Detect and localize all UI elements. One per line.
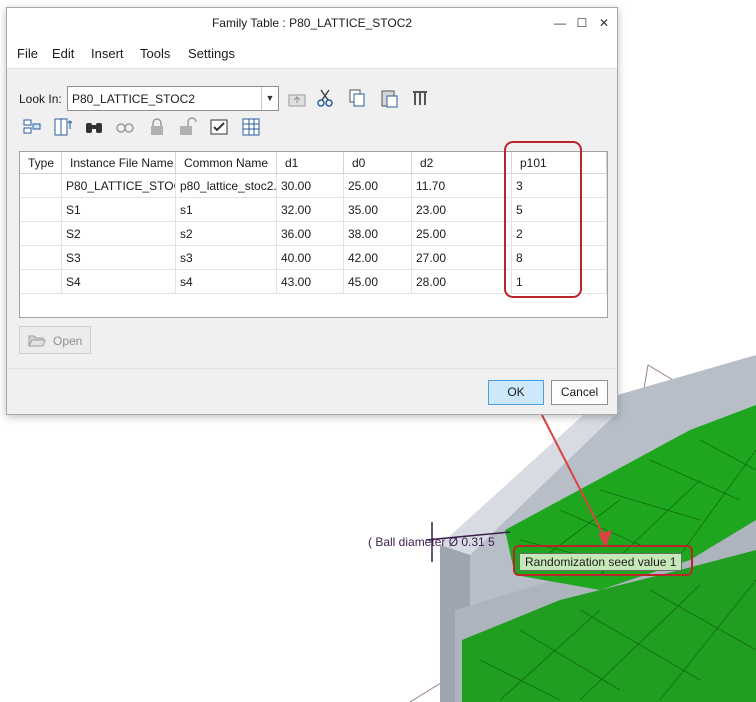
- table-cell[interactable]: P80_LATTICE_STOC2: [62, 174, 176, 198]
- pattern-icon[interactable]: [411, 88, 431, 108]
- maximize-button[interactable]: ☐: [571, 8, 593, 38]
- column-header-d2[interactable]: d2: [412, 152, 512, 174]
- look-in-label: Look In:: [19, 92, 62, 106]
- table-cell[interactable]: [20, 270, 62, 294]
- table-cell[interactable]: S3: [62, 246, 176, 270]
- look-in-value: P80_LATTICE_STOC2: [72, 92, 195, 106]
- table-cell[interactable]: 28.00: [412, 270, 512, 294]
- table-cell[interactable]: s3: [176, 246, 277, 270]
- footer-divider: [7, 368, 617, 369]
- column-header-type[interactable]: Type: [20, 152, 62, 174]
- table-cell[interactable]: 11.70: [412, 174, 512, 198]
- add-instance-icon[interactable]: [22, 117, 42, 137]
- cancel-button[interactable]: Cancel: [551, 380, 608, 405]
- table-cell[interactable]: 40.00: [277, 246, 344, 270]
- table-cell[interactable]: 35.00: [344, 198, 412, 222]
- menu-settings[interactable]: Settings: [188, 46, 235, 61]
- folder-open-icon: [28, 335, 46, 347]
- column-header-d1[interactable]: d1: [277, 152, 344, 174]
- table-cell[interactable]: 23.00: [412, 198, 512, 222]
- column-header-instance-file-name[interactable]: Instance File Name: [62, 152, 176, 174]
- find-icon[interactable]: [84, 117, 104, 137]
- minimize-button[interactable]: —: [549, 8, 571, 38]
- table-cell[interactable]: 30.00: [277, 174, 344, 198]
- ok-button[interactable]: OK: [488, 380, 544, 405]
- table-cell[interactable]: 36.00: [277, 222, 344, 246]
- close-button[interactable]: ✕: [593, 8, 615, 38]
- table-cell[interactable]: [20, 222, 62, 246]
- checkbox-icon[interactable]: [209, 117, 229, 137]
- table-cell[interactable]: s1: [176, 198, 277, 222]
- cut-icon[interactable]: [315, 88, 335, 108]
- look-in-dropdown[interactable]: P80_LATTICE_STOC2 ▼: [67, 86, 279, 111]
- table-cell[interactable]: 45.00: [344, 270, 412, 294]
- table-cell[interactable]: [20, 246, 62, 270]
- table-cell[interactable]: 25.00: [344, 174, 412, 198]
- menu-insert[interactable]: Insert: [91, 46, 124, 61]
- table-cell[interactable]: [20, 174, 62, 198]
- table-cell[interactable]: 32.00: [277, 198, 344, 222]
- table-cell[interactable]: 42.00: [344, 246, 412, 270]
- folder-up-icon[interactable]: [287, 89, 307, 109]
- column-header-d0[interactable]: d0: [344, 152, 412, 174]
- paste-icon[interactable]: [379, 88, 399, 108]
- table-cell[interactable]: S1: [62, 198, 176, 222]
- menu-edit[interactable]: Edit: [52, 46, 74, 61]
- p101-column-highlight: [504, 141, 582, 298]
- table-cell[interactable]: S4: [62, 270, 176, 294]
- copy-icon[interactable]: [347, 88, 367, 108]
- add-column-icon[interactable]: [53, 117, 73, 137]
- open-button[interactable]: Open: [19, 326, 91, 354]
- family-table-dialog: Family Table : P80_LATTICE_STOC2 — ☐ ✕ F…: [6, 7, 618, 415]
- table-cell[interactable]: p80_lattice_stoc2.p: [176, 174, 277, 198]
- table-cell[interactable]: s2: [176, 222, 277, 246]
- lock-icon[interactable]: [147, 117, 167, 137]
- menu-tools[interactable]: Tools: [140, 46, 170, 61]
- randomization-seed-annotation[interactable]: Randomization seed value 1: [519, 553, 683, 571]
- dialog-titlebar[interactable]: Family Table : P80_LATTICE_STOC2 — ☐ ✕: [7, 8, 617, 38]
- chevron-down-icon[interactable]: ▼: [261, 87, 278, 110]
- table-cell[interactable]: 38.00: [344, 222, 412, 246]
- table-cell[interactable]: 43.00: [277, 270, 344, 294]
- menu-bar: File Edit Insert Tools Settings: [7, 38, 617, 69]
- table-cell[interactable]: [20, 198, 62, 222]
- table-cell[interactable]: 25.00: [412, 222, 512, 246]
- open-button-label: Open: [53, 334, 83, 348]
- menu-file[interactable]: File: [17, 46, 38, 61]
- ball-diameter-annotation[interactable]: ( Ball diameter Ø 0.31 5: [368, 535, 495, 549]
- table-cell[interactable]: S2: [62, 222, 176, 246]
- verify-glasses-icon[interactable]: [115, 117, 135, 137]
- unlock-icon[interactable]: [178, 117, 198, 137]
- table-icon[interactable]: [241, 117, 261, 137]
- column-header-common-name[interactable]: Common Name: [176, 152, 277, 174]
- dialog-title: Family Table : P80_LATTICE_STOC2: [211, 16, 413, 30]
- table-cell[interactable]: s4: [176, 270, 277, 294]
- table-cell[interactable]: 27.00: [412, 246, 512, 270]
